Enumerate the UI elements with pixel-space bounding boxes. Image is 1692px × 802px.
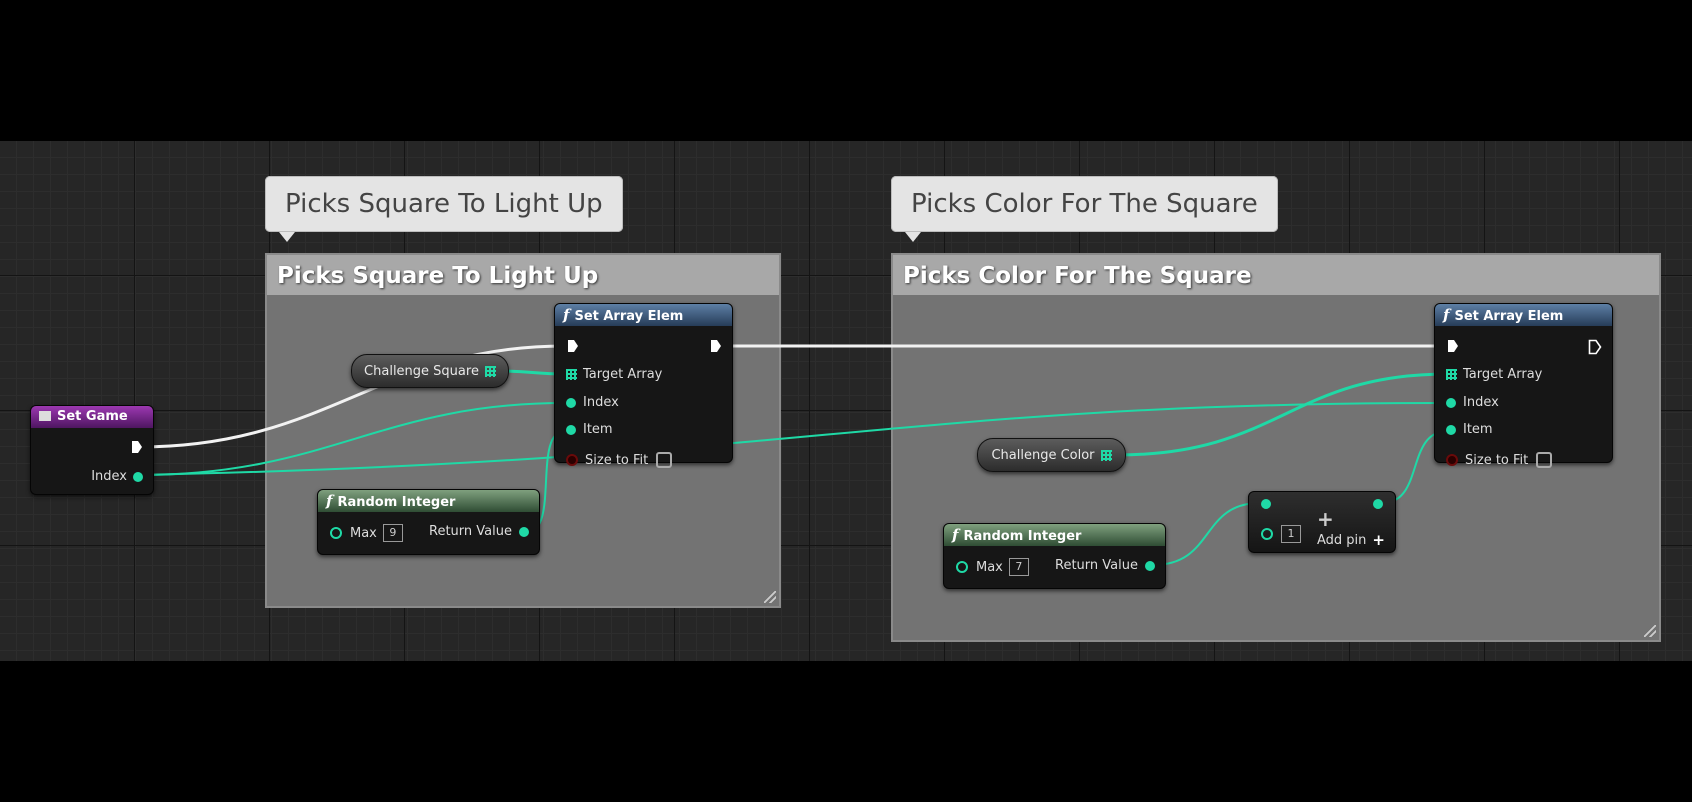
array-pin-icon (484, 365, 496, 377)
int-pin-icon (133, 471, 143, 482)
function-icon: f (952, 526, 959, 544)
plus-icon: + (1372, 531, 1385, 549)
item-label: Item (1463, 422, 1493, 437)
function-icon: f (563, 306, 570, 324)
max-label: Max (976, 559, 1003, 575)
set-game-node[interactable]: Set Game Index (30, 405, 154, 495)
int-wire-random2-to-add (1152, 502, 1261, 566)
exec-out-pin-icon (132, 441, 142, 453)
add-value-input[interactable]: 1 (1281, 525, 1301, 543)
target-array-pin[interactable]: Target Array (1446, 367, 1542, 382)
item-pin[interactable]: Item (566, 422, 613, 437)
challenge-square-variable[interactable]: Challenge Square (351, 354, 509, 388)
return-value-pin[interactable]: Return Value (1055, 558, 1155, 573)
array-pin-icon (1100, 449, 1112, 461)
array-pin-icon (1446, 369, 1457, 380)
set-game-title: Set Game (57, 409, 128, 424)
max-label: Max (350, 525, 377, 541)
set-game-index-pin[interactable]: Index (91, 469, 143, 484)
set-array-elem-header: f Set Array Elem (555, 304, 732, 326)
add-operator-symbol: + (1317, 507, 1334, 531)
int-pin-icon (519, 526, 529, 537)
exec-in-pin-icon (568, 340, 578, 352)
add-pin-button[interactable]: Add pin + (1317, 531, 1385, 549)
int-wire-color-to-target2 (1115, 372, 1450, 457)
size-to-fit-checkbox[interactable] (656, 452, 673, 468)
exec-in-pin-icon (1448, 340, 1458, 352)
int-wire-index-to-index2 (138, 402, 1449, 476)
item-label: Item (583, 422, 613, 437)
random-integer-title: Random Integer (963, 529, 1082, 544)
int-pin-empty-icon (1261, 528, 1273, 540)
size-to-fit-pin[interactable]: Size to Fit (1446, 452, 1553, 468)
item-pin[interactable]: Item (1446, 422, 1493, 437)
set-array-elem-title: Set Array Elem (1454, 309, 1564, 324)
int-pin-icon (1373, 499, 1383, 509)
random-integer-title: Random Integer (337, 495, 456, 510)
bool-pin-icon (566, 454, 578, 466)
set-array-elem-title: Set Array Elem (574, 309, 684, 324)
set-game-exec-out[interactable] (131, 440, 143, 454)
random-integer-node-2[interactable]: f Random Integer Max 7 Return Value (943, 523, 1166, 589)
int-pin-icon (566, 424, 576, 435)
size-to-fit-label: Size to Fit (585, 452, 649, 468)
set-array-elem-node-1[interactable]: f Set Array Elem Target Array Index Item … (554, 303, 733, 468)
add-node[interactable]: + 1 Add pin + (1248, 491, 1396, 553)
index-pin[interactable]: Index (1446, 395, 1499, 410)
exec-out-pin[interactable] (710, 339, 722, 353)
add-input-b-pin[interactable]: 1 (1261, 525, 1301, 543)
exec-out-pin[interactable] (1588, 339, 1602, 355)
max-value-input[interactable]: 9 (382, 524, 403, 542)
int-pin-icon (1261, 499, 1271, 509)
random-integer-header: f Random Integer (944, 524, 1165, 546)
function-icon: f (326, 492, 333, 510)
exec-in-pin[interactable] (567, 339, 579, 353)
set-array-elem-node-2[interactable]: f Set Array Elem Target Array Index Item … (1434, 303, 1613, 468)
target-array-label: Target Array (583, 367, 663, 382)
function-icon: f (1443, 306, 1450, 324)
return-value-pin[interactable]: Return Value (429, 524, 529, 539)
blueprint-graph-canvas[interactable]: Picks Square To Light Up Picks Color For… (0, 141, 1692, 661)
exec-in-pin[interactable] (1447, 339, 1459, 353)
bool-pin-icon (1446, 454, 1458, 466)
int-pin-icon (1446, 424, 1456, 435)
array-pin-icon (566, 369, 577, 380)
size-to-fit-label: Size to Fit (1465, 452, 1529, 468)
random-integer-header: f Random Integer (318, 490, 539, 512)
int-pin-empty-icon (330, 527, 342, 539)
add-pin-label: Add pin (1317, 532, 1367, 548)
size-to-fit-checkbox[interactable] (1536, 452, 1553, 468)
max-value-input[interactable]: 7 (1008, 558, 1029, 576)
challenge-color-variable[interactable]: Challenge Color (977, 438, 1126, 472)
exec-out-pin-empty-icon (1588, 339, 1602, 355)
int-wire-index-to-index1 (138, 402, 566, 476)
set-array-elem-header: f Set Array Elem (1435, 304, 1612, 326)
return-value-label: Return Value (429, 524, 512, 539)
return-value-label: Return Value (1055, 558, 1138, 573)
index-pin[interactable]: Index (566, 395, 619, 410)
add-output-pin[interactable] (1373, 499, 1383, 509)
index-label: Index (583, 395, 619, 410)
index-label: Index (1463, 395, 1499, 410)
random-integer-node-1[interactable]: f Random Integer Max 9 Return Value (317, 489, 540, 555)
target-array-label: Target Array (1463, 367, 1543, 382)
target-array-pin[interactable]: Target Array (566, 367, 662, 382)
max-pin[interactable]: Max 7 (956, 558, 1029, 576)
int-pin-icon (1145, 560, 1155, 571)
set-game-index-label: Index (91, 469, 127, 484)
int-pin-icon (566, 397, 576, 408)
exec-out-pin-icon (711, 340, 721, 352)
add-input-a-pin[interactable] (1261, 499, 1271, 509)
set-game-header: Set Game (31, 406, 153, 428)
event-icon (39, 411, 51, 421)
int-pin-icon (1446, 397, 1456, 408)
challenge-square-label: Challenge Square (364, 363, 479, 379)
size-to-fit-pin[interactable]: Size to Fit (566, 452, 673, 468)
max-pin[interactable]: Max 9 (330, 524, 403, 542)
challenge-color-label: Challenge Color (991, 447, 1095, 463)
int-pin-empty-icon (956, 561, 968, 573)
